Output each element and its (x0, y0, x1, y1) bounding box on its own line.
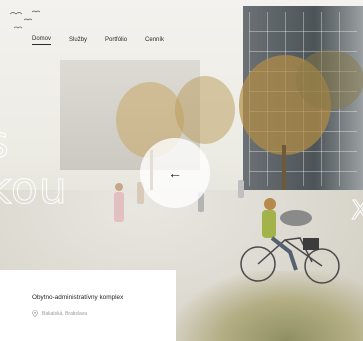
location-pin-icon (32, 310, 38, 317)
arrow-left-icon: ← (168, 165, 182, 181)
hero-heading-line-1: s (0, 117, 10, 168)
project-location: Bakalská, Bratislava (32, 310, 87, 317)
slider-prev-button[interactable]: ← (140, 138, 210, 208)
hero-heading-line-2: kou (0, 163, 68, 214)
page: s kou X Domov Služby Portfólio Cenník ← … (0, 0, 363, 341)
project-card[interactable]: Obytno-administratívny komplex Bakalská,… (0, 270, 176, 341)
nav-item-domov[interactable]: Domov (32, 36, 52, 45)
hero-outline-fragment: X (351, 196, 363, 227)
hero-outline-heading: s kou (0, 117, 68, 214)
nav-item-portfolio[interactable]: Portfólio (105, 37, 127, 45)
nav-item-cennik[interactable]: Cenník (145, 37, 164, 45)
main-nav: Domov Služby Portfólio Cenník (32, 36, 164, 45)
project-title: Obytno-administratívny komplex (32, 294, 124, 301)
nav-item-sluzby[interactable]: Služby (69, 37, 87, 45)
project-location-text: Bakalská, Bratislava (42, 310, 88, 317)
